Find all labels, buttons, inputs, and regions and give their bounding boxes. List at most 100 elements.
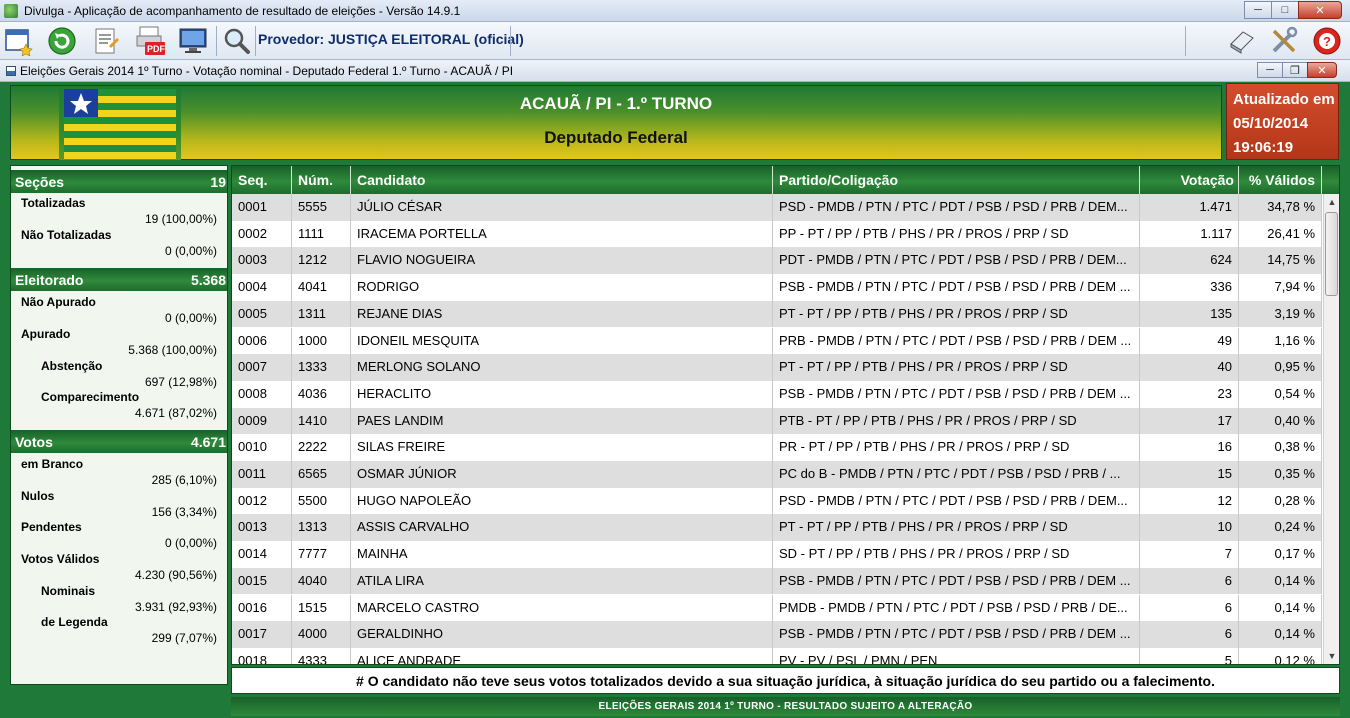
close-icon: ✕ xyxy=(1315,4,1325,17)
eleitorado-header: Eleitorado 5.368 xyxy=(11,268,227,291)
table-row[interactable]: 0012 5500 HUGO NAPOLEÃO PSD - PMDB / PTN / … xyxy=(232,487,1322,515)
toolbar-separator xyxy=(1185,26,1186,56)
cell-num: 1311 xyxy=(292,300,351,328)
table-row[interactable]: 0005 1311 REJANE DIAS PT - PT / PP / PTB / … xyxy=(232,300,1322,328)
table-row[interactable]: 0018 4333 ALICE ANDRADE PV - PV / PSL / PMN… xyxy=(232,647,1322,664)
cell-validos: 0,14 % xyxy=(1239,567,1322,595)
search-button[interactable] xyxy=(221,25,253,57)
monitor-icon xyxy=(179,28,207,53)
close-button[interactable]: ✕ xyxy=(1298,1,1342,19)
eraser-icon xyxy=(1230,31,1254,54)
cell-partido: PSD - PMDB / PTN / PTC / PDT / PSB / PSD… xyxy=(773,487,1140,515)
col-header-seq[interactable]: Seq. xyxy=(232,166,292,194)
child-restore-button[interactable]: ❐ xyxy=(1282,62,1308,78)
cell-num: 4041 xyxy=(292,274,351,301)
cell-partido: PV - PV / PSL / PMN / PEN xyxy=(773,647,1140,664)
scroll-down-arrow[interactable]: ▼ xyxy=(1324,648,1339,664)
child-close-button[interactable]: ✕ xyxy=(1307,62,1337,78)
totalizadas-value: 19 (100,00%) xyxy=(144,212,217,226)
nominais-label: Nominais xyxy=(41,584,96,598)
refresh-button[interactable] xyxy=(46,25,78,57)
settings-button[interactable] xyxy=(1268,25,1300,57)
cell-partido: PSB - PMDB / PTN / PTC / PDT / PSB / PSD… xyxy=(773,380,1140,408)
new-window-icon xyxy=(5,29,33,56)
cell-candidato: MARCELO CASTRO xyxy=(351,594,773,622)
table-row[interactable]: 0002 1111 IRACEMA PORTELLA PP - PT / PP / P… xyxy=(232,220,1322,248)
cell-seq: 0013 xyxy=(232,514,292,542)
col-header-partido[interactable]: Partido/Coligação xyxy=(773,166,1140,194)
eraser-button[interactable] xyxy=(1226,25,1258,57)
cell-votacao: 1.471 xyxy=(1140,194,1239,221)
table-row[interactable]: 0010 2222 SILAS FREIRE PR - PT / PP / PTB /… xyxy=(232,434,1322,461)
cell-seq: 0018 xyxy=(232,647,292,664)
toolbar: PDF Provedor: JUSTIÇA ELEITORAL (oficial… xyxy=(0,22,1350,60)
window-title: Divulga - Aplicação de acompanhamento de… xyxy=(24,3,461,18)
cell-validos: 34,78 % xyxy=(1239,194,1322,221)
help-button[interactable]: ? xyxy=(1311,25,1343,57)
table-row[interactable]: 0008 4036 HERACLITO PSB - PMDB / PTN / PTC … xyxy=(232,380,1322,408)
child-window-bar: Eleições Gerais 2014 1º Turno - Votação … xyxy=(0,60,1350,82)
cell-validos: 0,24 % xyxy=(1239,514,1322,542)
abstencao-value: 697 (12,98%) xyxy=(144,375,217,389)
cell-partido: PDT - PMDB / PTN / PTC / PDT / PSB / PSD… xyxy=(773,247,1140,275)
search-icon xyxy=(224,28,250,54)
cell-num: 1000 xyxy=(292,327,351,355)
scroll-thumb[interactable] xyxy=(1325,212,1338,296)
table-row[interactable]: 0016 1515 MARCELO CASTRO PMDB - PMDB / PTN … xyxy=(232,594,1322,622)
new-window-button[interactable] xyxy=(3,25,35,57)
window-controls: ─ □ ✕ xyxy=(1244,1,1342,19)
eleitorado-label: Eleitorado xyxy=(15,271,84,288)
cell-votacao: 7 xyxy=(1140,541,1239,568)
report-icon xyxy=(95,28,119,54)
table-row[interactable]: 0015 4040 ATILA LIRA PSB - PMDB / PTN / PTC… xyxy=(232,567,1322,595)
candidates-table: Seq. Núm. Candidato Partido/Coligação Vo… xyxy=(231,165,1340,665)
table-row[interactable]: 0014 7777 MAINHA SD - PT / PP / PTB / PHS /… xyxy=(232,541,1322,568)
table-row[interactable]: 0007 1333 MERLONG SOLANO PT - PT / PP / PTB… xyxy=(232,354,1322,381)
minimize-button[interactable]: ─ xyxy=(1244,1,1272,19)
cell-candidato: IRACEMA PORTELLA xyxy=(351,220,773,248)
cell-num: 4333 xyxy=(292,647,351,664)
cell-votacao: 6 xyxy=(1140,594,1239,622)
cell-seq: 0014 xyxy=(232,541,292,568)
pdf-button[interactable]: PDF xyxy=(134,25,168,57)
table-row[interactable]: 0017 4000 GERALDINHO PSB - PMDB / PTN / PTC… xyxy=(232,621,1322,648)
cell-validos: 1,16 % xyxy=(1239,327,1322,355)
table-row[interactable]: 0003 1212 FLAVIO NOGUEIRA PDT - PMDB / PTN … xyxy=(232,247,1322,275)
votos-header: Votos 4.671 xyxy=(11,430,227,453)
table-row[interactable]: 0001 5555 JÚLIO CÉSAR PSD - PMDB / PTN / PT… xyxy=(232,194,1322,221)
maximize-button[interactable]: □ xyxy=(1271,1,1299,19)
cell-candidato: ALICE ANDRADE xyxy=(351,647,773,664)
cell-seq: 0012 xyxy=(232,487,292,515)
updated-label: Atualizado em xyxy=(1233,91,1335,108)
child-minimize-button[interactable]: ─ xyxy=(1257,62,1283,78)
cell-seq: 0011 xyxy=(232,461,292,488)
cell-partido: PRB - PMDB / PTN / PTC / PDT / PSB / PSD… xyxy=(773,327,1140,355)
cell-votacao: 6 xyxy=(1140,567,1239,595)
col-header-votacao[interactable]: Votação xyxy=(1140,166,1239,194)
cell-num: 5500 xyxy=(292,487,351,515)
child-window-controls: ─ ❐ ✕ xyxy=(1257,62,1337,78)
cell-validos: 0,17 % xyxy=(1239,541,1322,568)
table-row[interactable]: 0013 1313 ASSIS CARVALHO PT - PT / PP / PTB… xyxy=(232,514,1322,542)
table-row[interactable]: 0006 1000 IDONEIL MESQUITA PRB - PMDB / PTN… xyxy=(232,327,1322,355)
monitor-button[interactable] xyxy=(177,25,209,57)
table-row[interactable]: 0011 6565 OSMAR JÚNIOR PC do B - PMDB / PTN… xyxy=(232,461,1322,488)
report-button[interactable] xyxy=(90,25,122,57)
col-header-validos[interactable]: % Válidos xyxy=(1239,166,1322,194)
col-header-num[interactable]: Núm. xyxy=(292,166,351,194)
em-branco-value: 285 (6,10%) xyxy=(151,473,217,487)
cell-validos: 7,94 % xyxy=(1239,274,1322,301)
col-header-candidato[interactable]: Candidato xyxy=(351,166,773,194)
updated-date: 05/10/2014 xyxy=(1233,115,1309,132)
scroll-up-arrow[interactable]: ▲ xyxy=(1324,194,1339,210)
cell-partido: SD - PT / PP / PTB / PHS / PR / PROS / P… xyxy=(773,541,1140,568)
pdf-label: PDF xyxy=(147,44,165,54)
cell-num: 1410 xyxy=(292,407,351,435)
vertical-scrollbar[interactable]: ▲ ▼ xyxy=(1323,194,1339,664)
table-row[interactable]: 0009 1410 PAES LANDIM PTB - PT / PP / PTB /… xyxy=(232,407,1322,435)
table-row[interactable]: 0004 4041 RODRIGO PSB - PMDB / PTN / PTC / … xyxy=(232,274,1322,301)
cell-validos: 0,95 % xyxy=(1239,354,1322,381)
cell-num: 2222 xyxy=(292,434,351,461)
cell-votacao: 10 xyxy=(1140,514,1239,542)
cell-partido: PSB - PMDB / PTN / PTC / PDT / PSB / PSD… xyxy=(773,274,1140,301)
